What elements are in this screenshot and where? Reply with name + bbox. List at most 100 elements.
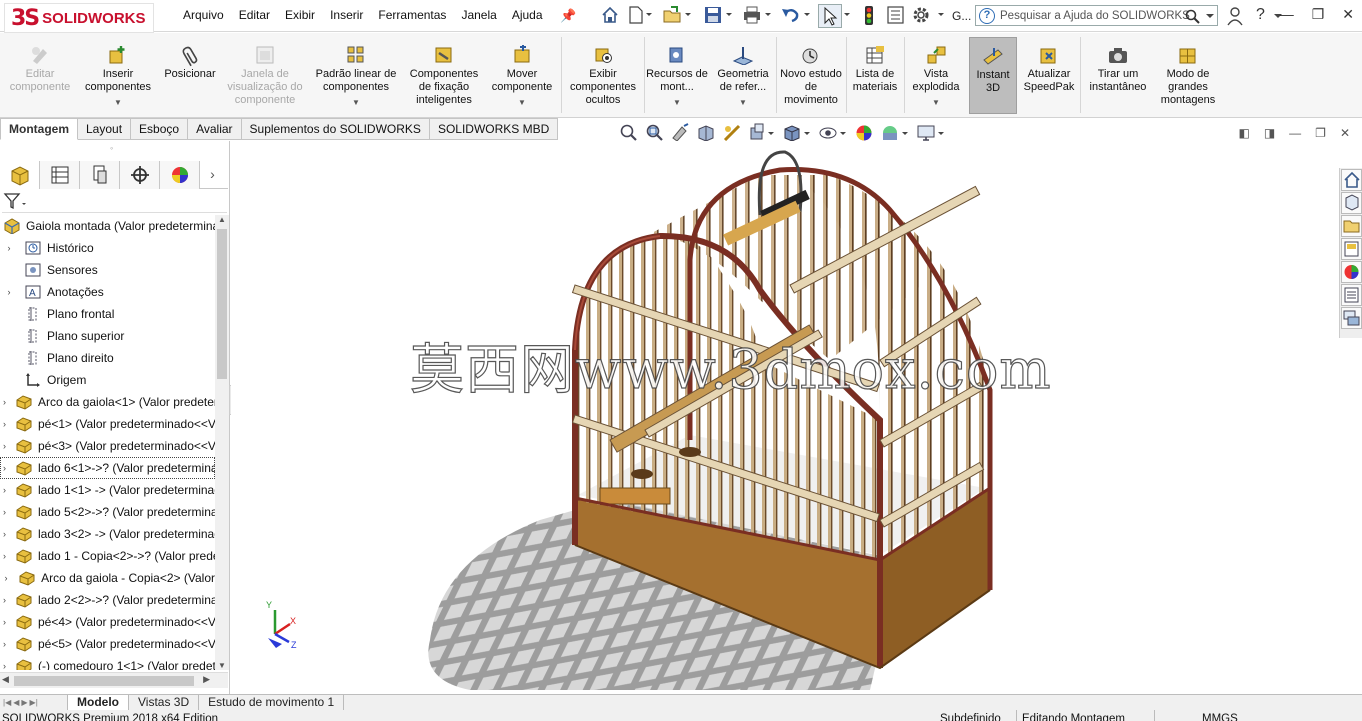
linear-component-pattern-button[interactable]: Padrão linear de componentes ▼ — [308, 41, 404, 109]
user-account-icon[interactable] — [1226, 6, 1244, 26]
tree-item[interactable]: › pé<1> (Valor predeterminado<<Valor — [0, 413, 215, 435]
pin-menu-icon[interactable]: 📌 — [560, 8, 576, 24]
tab-mbd[interactable]: SOLIDWORKS MBD — [429, 118, 559, 140]
search-input[interactable]: Pesquisar a Ajuda do SOLIDWORKS — [1000, 10, 1190, 22]
tab-vistas-3d[interactable]: Vistas 3D — [129, 694, 200, 711]
tab-display-manager[interactable] — [160, 161, 200, 189]
edit-component-button[interactable]: Editar componente — [4, 41, 76, 94]
tab-avaliar[interactable]: Avaliar — [188, 118, 242, 140]
scroll-right-icon[interactable]: ▶ — [203, 674, 210, 685]
tab-dimxpert-manager[interactable] — [120, 161, 160, 189]
move-component-button[interactable]: Mover componente ▼ — [486, 41, 558, 109]
tree-item[interactable]: › lado 1<1> -> (Valor predeterminado< — [0, 479, 215, 501]
next-tab-icon[interactable]: ▶ — [21, 698, 27, 707]
tab-esboco[interactable]: Esboço — [131, 118, 189, 140]
menu-ajuda[interactable]: Ajuda — [512, 8, 543, 22]
exploded-view-button[interactable]: Vista explodida ▼ — [906, 41, 966, 109]
expand-arrow-icon[interactable]: › — [3, 419, 6, 429]
expand-arrow-icon[interactable]: › — [3, 661, 6, 670]
expand-arrow-icon[interactable]: › — [3, 617, 6, 627]
chevron-right-icon[interactable]: › — [200, 161, 225, 188]
tree-item[interactable]: › lado 1 - Copia<2>->? (Valor predetermin… — [0, 545, 215, 567]
doc-minimize-icon[interactable]: — — [1289, 126, 1301, 140]
component-preview-window-button[interactable]: Janela de visualização do componente — [224, 41, 306, 107]
edit-appearance-icon[interactable] — [854, 123, 874, 141]
help-menu-button[interactable]: ? — [1256, 6, 1265, 24]
bill-of-materials-button[interactable]: Lista de materiais — [848, 41, 902, 94]
design-library-icon[interactable] — [1341, 192, 1362, 214]
tab-suplementos[interactable]: Suplementos do SOLIDWORKS — [241, 118, 430, 140]
minimize-icon[interactable]: — — [1280, 6, 1294, 23]
expand-arrow-icon[interactable]: › — [3, 463, 6, 473]
dynamic-annotation-icon[interactable] — [722, 123, 742, 141]
expand-arrow-icon[interactable]: › — [3, 243, 15, 253]
tree-item[interactable]: › lado 6<1>->? (Valor predeterminado< — [0, 457, 215, 479]
tile-left-icon[interactable]: ◧ — [1238, 126, 1249, 140]
tree-root-assembly[interactable]: Gaiola montada (Valor predeterminado<Val… — [0, 215, 215, 237]
tree-item[interactable]: Origem — [0, 369, 215, 391]
display-style-icon[interactable] — [782, 123, 812, 141]
tree-item[interactable]: › Arco da gaiola<1> (Valor predeterminado… — [0, 391, 215, 413]
menu-editar[interactable]: Editar — [239, 8, 270, 22]
tree-item[interactable]: Plano direito — [0, 347, 215, 369]
last-tab-icon[interactable]: ▶| — [30, 698, 38, 707]
file-explorer-icon[interactable] — [1341, 215, 1362, 237]
tree-item[interactable]: › Arco da gaiola - Copia<2> (Valor — [0, 567, 215, 589]
panel-collapse-handle[interactable]: ◦ — [110, 143, 113, 153]
menu-janela[interactable]: Janela — [461, 8, 496, 22]
tile-right-icon[interactable]: ◨ — [1264, 126, 1275, 140]
tree-item[interactable]: › Histórico — [0, 237, 215, 259]
save-icon[interactable] — [703, 5, 733, 25]
close-icon[interactable]: ✕ — [1342, 6, 1354, 23]
birdcage-3d-model[interactable]: Y X Z — [231, 141, 1339, 694]
tree-horizontal-scrollbar[interactable]: ◀ ▶ — [0, 672, 228, 688]
tree-item[interactable]: › lado 5<2>->? (Valor predeterminado< — [0, 501, 215, 523]
scroll-down-icon[interactable]: ▼ — [218, 661, 226, 670]
tab-modelo[interactable]: Modelo — [68, 694, 129, 711]
large-assembly-mode-button[interactable]: Modo de grandes montagens — [1154, 41, 1222, 107]
instant-3d-button[interactable]: Instant 3D — [969, 37, 1017, 114]
expand-arrow-icon[interactable]: › — [3, 639, 6, 649]
appearances-icon[interactable] — [1341, 261, 1362, 283]
select-tool-button[interactable] — [818, 4, 842, 28]
assembly-features-button[interactable]: Recursos de mont... ▼ — [646, 41, 708, 109]
restore-icon[interactable]: ❐ — [1312, 6, 1325, 23]
quick-access-more[interactable]: G... — [952, 9, 971, 23]
expand-arrow-icon[interactable]: › — [3, 507, 6, 517]
view-orientation-icon[interactable] — [748, 123, 776, 141]
tree-item[interactable]: Plano frontal — [0, 303, 215, 325]
graphics-area[interactable]: Y X Z — [231, 141, 1339, 694]
rebuild-traffic-light-icon[interactable] — [862, 5, 876, 27]
filter-funnel-icon[interactable] — [2, 191, 28, 211]
doc-close-icon[interactable]: ✕ — [1340, 126, 1350, 140]
hide-show-items-icon[interactable] — [818, 123, 848, 141]
chevron-down-icon[interactable] — [1205, 13, 1215, 21]
menu-exibir[interactable]: Exibir — [285, 8, 315, 22]
scroll-up-icon[interactable]: ▲ — [218, 215, 226, 224]
apply-scene-icon[interactable] — [880, 123, 910, 141]
zoom-to-fit-icon[interactable] — [618, 123, 638, 141]
tree-item[interactable]: › lado 2<2>->? (Valor predeterminado< — [0, 589, 215, 611]
chevron-down-icon[interactable] — [843, 5, 853, 25]
tree-filter[interactable] — [2, 191, 227, 213]
tree-vertical-scrollbar[interactable]: ▲ ▼ — [215, 215, 229, 670]
update-speedpak-button[interactable]: Atualizar SpeedPak — [1020, 41, 1078, 94]
smart-fasteners-button[interactable]: Componentes de fixação inteligentes — [404, 41, 484, 107]
scroll-thumb[interactable] — [14, 676, 194, 686]
expand-arrow-icon[interactable]: › — [3, 595, 6, 605]
mate-button[interactable]: Posicionar — [158, 41, 222, 81]
search-icon[interactable] — [1185, 9, 1201, 25]
home-icon[interactable] — [600, 5, 620, 25]
expand-arrow-icon[interactable]: › — [3, 441, 6, 451]
tab-property-manager[interactable] — [40, 161, 80, 189]
insert-components-button[interactable]: Inserir componentes ▼ — [80, 41, 156, 109]
show-hidden-components-button[interactable]: Exibir componentes ocultos — [564, 41, 642, 107]
expand-arrow-icon[interactable]: › — [3, 287, 15, 297]
doc-restore-icon[interactable]: ❐ — [1315, 126, 1326, 140]
scroll-thumb[interactable] — [217, 229, 227, 379]
units-system[interactable]: MMGS — [1202, 712, 1238, 721]
scroll-left-icon[interactable]: ◀ — [2, 674, 9, 685]
solidworks-logo[interactable]: 3S SOLIDWORKS — [4, 3, 154, 33]
print-icon[interactable] — [742, 5, 772, 25]
options-gear-icon[interactable] — [911, 5, 947, 25]
